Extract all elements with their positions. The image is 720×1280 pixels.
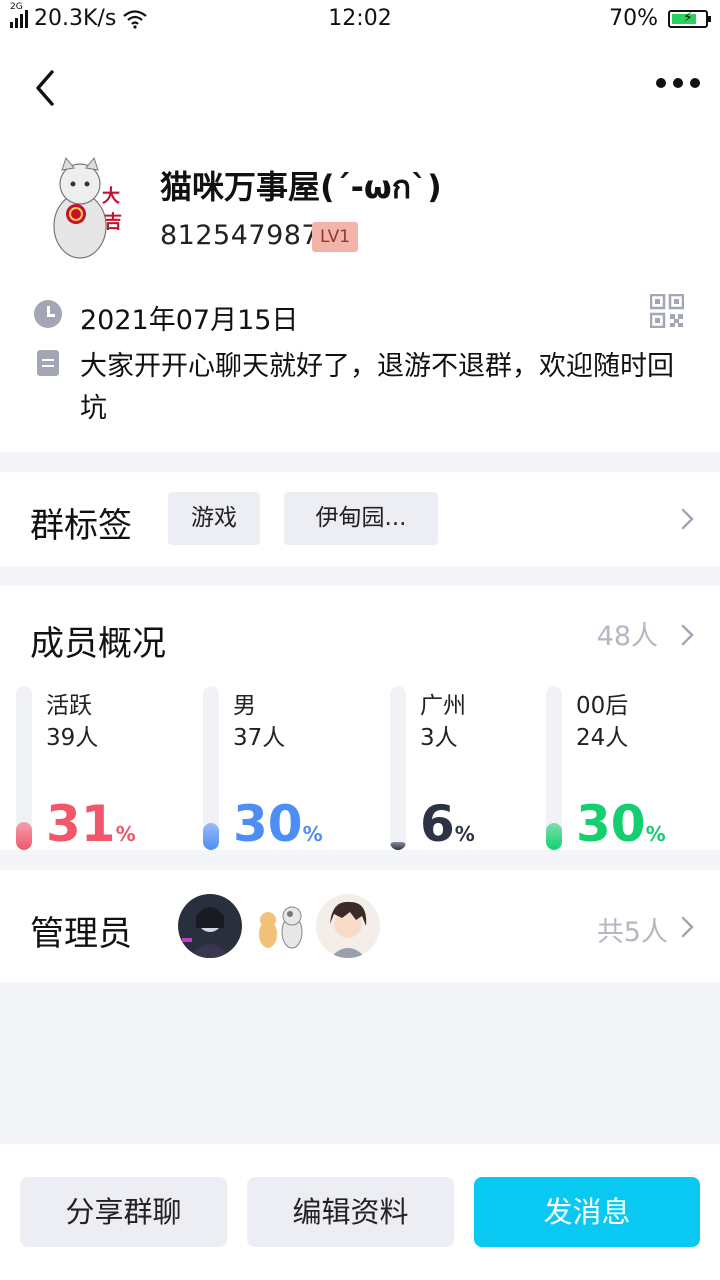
stat-male: 男 37人 30% (203, 686, 383, 852)
stat-track (546, 686, 562, 850)
chevron-right-icon[interactable] (680, 916, 694, 938)
document-icon (37, 350, 59, 376)
qr-code-icon[interactable] (650, 294, 684, 328)
bottom-action-bar: 分享群聊 编辑资料 发消息 (0, 1144, 720, 1280)
stat-track (16, 686, 32, 850)
chevron-right-icon[interactable] (680, 508, 694, 530)
send-message-button[interactable]: 发消息 (474, 1177, 700, 1247)
group-tags-section[interactable]: 群标签 游戏 伊甸园... (0, 472, 720, 566)
svg-text:大: 大 (102, 185, 120, 207)
back-chevron-icon[interactable] (30, 66, 62, 110)
admins-title: 管理员 (30, 914, 132, 954)
admin-avatar[interactable] (178, 894, 242, 958)
group-description: 大家开开心聊天就好了，退游不退群，欢迎随时回坑 (80, 351, 674, 424)
stat-percent: 6% (420, 795, 475, 853)
stat-label: 活跃 (46, 693, 92, 719)
admins-section[interactable]: 管理员 共5人 (0, 870, 720, 982)
group-id: 812547987 (160, 220, 320, 251)
member-count: 48人 (596, 621, 658, 652)
stat-track (203, 686, 219, 850)
created-date: 2021年07月15日 (80, 305, 299, 336)
stat-count: 3人 (420, 725, 458, 751)
stat-label: 男 (233, 693, 256, 719)
stat-percent: 31% (46, 795, 136, 853)
group-name: 猫咪万事屋(´-ωก`) (160, 168, 442, 206)
stat-percent: 30% (233, 795, 323, 853)
stat-count: 24人 (576, 725, 629, 751)
group-info-card: 大 吉 猫咪万事屋(´-ωก`) 812547987 LV1 2021年07月1… (0, 40, 720, 452)
members-title: 成员概况 (30, 624, 166, 664)
admin-avatar[interactable] (248, 894, 312, 958)
tags-title: 群标签 (30, 506, 132, 546)
stat-fill-bar (390, 842, 406, 850)
level-badge: LV1 (312, 222, 358, 252)
group-avatar[interactable]: 大 吉 (44, 156, 134, 262)
share-group-button[interactable]: 分享群聊 (20, 1177, 227, 1247)
status-bar: 2G 20.3K/s 12:02 70% ⚡ (0, 0, 720, 40)
stat-fill-bar (203, 823, 219, 850)
stat-percent: 30% (576, 795, 666, 853)
stat-track (390, 686, 406, 850)
stat-location: 广州 3人 6% (390, 686, 570, 852)
member-overview-section[interactable]: 成员概况 48人 活跃 39人 31% 男 37人 30% 广州 3人 6% 0… (0, 586, 720, 852)
stat-fill-bar (546, 823, 562, 850)
tag-item: 伊甸园... (284, 492, 438, 545)
tag-item: 游戏 (168, 492, 260, 545)
stat-fill-bar (16, 822, 32, 850)
stat-count: 39人 (46, 725, 99, 751)
svg-text:吉: 吉 (104, 211, 122, 233)
stat-label: 广州 (420, 693, 466, 719)
chevron-right-icon[interactable] (680, 624, 694, 646)
battery-icon: ⚡ (668, 9, 711, 28)
battery-percent: 70% (609, 6, 658, 31)
more-dots-icon[interactable] (656, 78, 700, 88)
clock-icon (34, 300, 62, 328)
admin-avatar[interactable] (316, 894, 380, 958)
stat-count: 37人 (233, 725, 286, 751)
stat-age: 00后 24人 30% (546, 686, 720, 852)
admin-total: 共5人 (596, 917, 668, 948)
stat-label: 00后 (576, 693, 629, 719)
stat-active: 活跃 39人 31% (16, 686, 196, 852)
edit-profile-button[interactable]: 编辑资料 (247, 1177, 454, 1247)
